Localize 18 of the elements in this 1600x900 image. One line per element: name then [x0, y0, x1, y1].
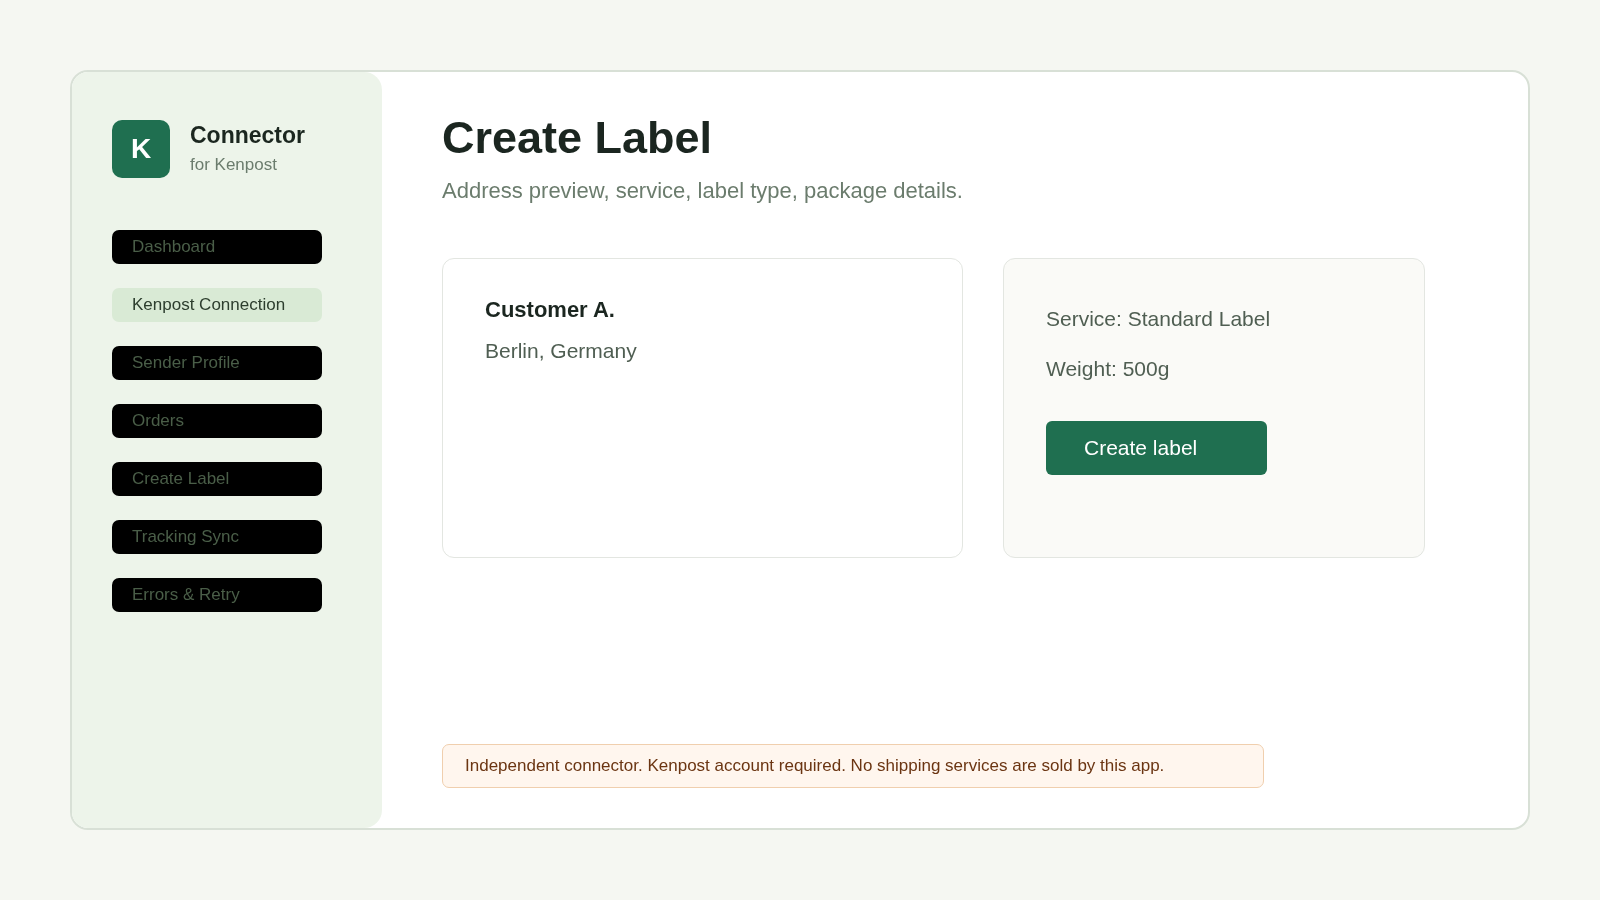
weight-text: Weight: 500g — [1046, 357, 1171, 381]
service-text: Service: Standard Label — [1046, 307, 1272, 331]
create-label-button[interactable]: Create label — [1046, 421, 1267, 475]
customer-location: Berlin, Germany — [485, 339, 638, 363]
nav-item[interactable]: Create Label — [112, 462, 322, 496]
nav-item[interactable]: Tracking Sync — [112, 520, 322, 554]
nav-item[interactable]: Orders — [112, 404, 322, 438]
page-subtitle: Address preview, service, label type, package details. — [442, 178, 964, 204]
logo-icon: K — [112, 120, 170, 178]
nav-item[interactable]: Dashboard — [112, 230, 322, 264]
nav-item[interactable]: Kenpost Connection — [112, 288, 322, 322]
nav-item[interactable]: Sender Profile — [112, 346, 322, 380]
page-title: Create Label — [442, 112, 714, 164]
nav-item[interactable]: Errors & Retry — [112, 578, 322, 612]
app-name: Connector — [190, 122, 305, 149]
customer-name: Customer A. — [485, 297, 616, 323]
notice-banner: Independent connector. Kenpost account required. No shipping services are sold by this app. — [442, 744, 1264, 788]
app-subtitle: for Kenpost — [190, 155, 278, 175]
